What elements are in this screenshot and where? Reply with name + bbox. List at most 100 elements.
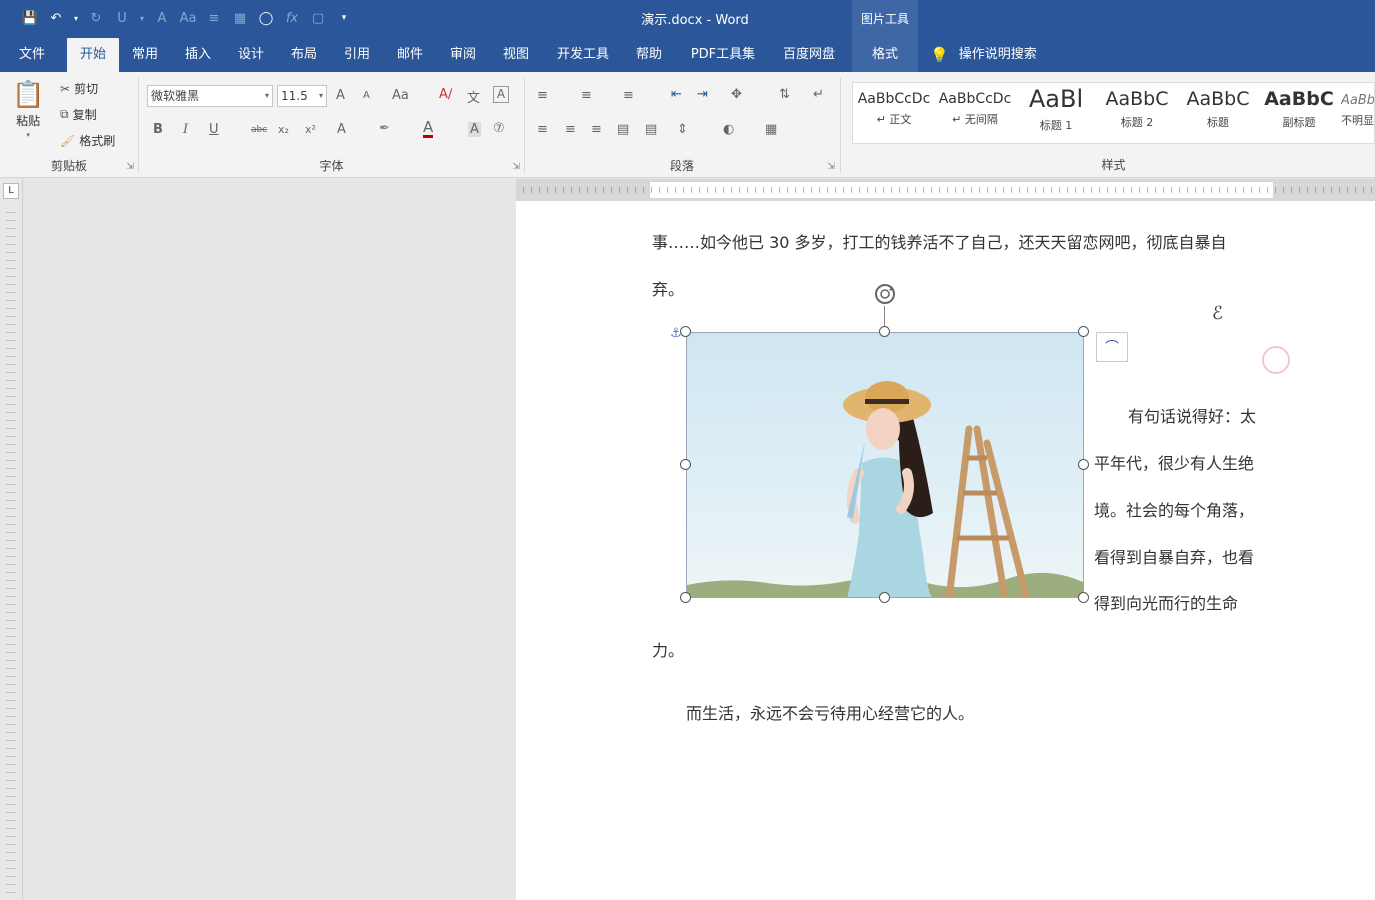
wrapped-text-line[interactable]: 有句话说得好：太 [1128, 403, 1256, 427]
italic-icon[interactable]: I [183, 122, 188, 137]
style-no-spacing[interactable]: AaBbCcDc ↵ 无间隔 [936, 85, 1014, 143]
underline-icon[interactable]: U [209, 122, 219, 137]
resize-handle-bottom-right[interactable] [1078, 592, 1089, 603]
resize-handle-top-right[interactable] [1078, 326, 1089, 337]
enclose-characters-icon[interactable]: ⑦ [493, 121, 505, 136]
wrapped-text-line[interactable]: 看得到自暴自弃，也看 [1094, 544, 1254, 568]
tab-review[interactable]: 审阅 [440, 38, 486, 72]
text-effects-icon[interactable]: A [337, 122, 346, 137]
show-marks-icon[interactable]: ↵ [813, 87, 824, 102]
decrease-indent-icon[interactable]: ⇤ [671, 87, 682, 102]
dialog-launcher-icon[interactable]: ⇲ [512, 162, 520, 172]
cut-button[interactable]: ✂ 剪切 [60, 80, 98, 97]
resize-handle-bottom[interactable] [879, 592, 890, 603]
tab-pdf-tools[interactable]: PDF工具集 [682, 38, 764, 72]
style-title[interactable]: AaBbC 标题 [1179, 85, 1257, 143]
tab-developer[interactable]: 开发工具 [548, 38, 618, 72]
highlight-icon[interactable]: ✒ [379, 121, 390, 136]
justify-icon[interactable]: ▤ [617, 122, 629, 137]
align-center-icon[interactable]: ≡ [565, 122, 576, 137]
increase-indent-icon[interactable]: ⇥ [697, 87, 708, 102]
tab-design[interactable]: 设计 [228, 38, 274, 72]
tab-common[interactable]: 常用 [122, 38, 168, 72]
tab-file[interactable]: 文件 [10, 38, 54, 72]
selected-picture[interactable] [686, 332, 1084, 598]
tab-references[interactable]: 引用 [334, 38, 380, 72]
shading-icon[interactable]: ▦ [230, 8, 250, 28]
font-color-icon[interactable]: A [423, 119, 434, 138]
superscript-icon[interactable]: x² [305, 123, 316, 136]
chinese-layout-icon[interactable]: ✥ [731, 87, 742, 102]
redo-icon[interactable]: ↻ [86, 8, 106, 28]
numbering-icon[interactable]: ≡ [581, 88, 592, 103]
grow-font-icon[interactable]: A [336, 88, 345, 103]
tab-view[interactable]: 视图 [493, 38, 539, 72]
screenshot-icon[interactable]: ▢ [308, 8, 328, 28]
tab-baidu-netdisk[interactable]: 百度网盘 [772, 38, 846, 72]
resize-handle-top[interactable] [879, 326, 890, 337]
style-subtitle[interactable]: AaBbC 副标题 [1260, 85, 1338, 143]
line-spacing-icon[interactable]: ⇕ [677, 122, 688, 137]
change-case-icon[interactable]: Aa [178, 8, 198, 28]
bold-icon[interactable]: B [153, 122, 163, 137]
shape-icon[interactable]: ◯ [256, 8, 276, 28]
tab-help[interactable]: 帮助 [626, 38, 672, 72]
dialog-launcher-icon[interactable]: ⇲ [827, 162, 835, 172]
style-heading-1[interactable]: AaBl 标题 1 [1017, 85, 1095, 143]
wrapped-text-line[interactable]: 境。社会的每个角落， [1094, 497, 1254, 521]
paste-button[interactable]: 📋 粘贴 ▾ [12, 80, 44, 139]
strikethrough-icon[interactable]: abc [251, 125, 267, 135]
resize-handle-right[interactable] [1078, 459, 1089, 470]
tab-selector[interactable]: L [3, 183, 19, 199]
style-subtle-emphasis[interactable]: AaBb 不明显 [1341, 85, 1374, 143]
document-paragraph[interactable]: 事……如今他已 30 多岁，打工的钱养活不了自己，还天天留恋网吧，彻底自暴自 [652, 229, 1227, 253]
style-heading-2[interactable]: AaBbC 标题 2 [1098, 85, 1176, 143]
horizontal-ruler[interactable] [516, 179, 1375, 201]
format-painter-button[interactable]: 🖌 格式刷 [60, 132, 115, 149]
rotate-handle[interactable] [873, 282, 897, 306]
font-size-select[interactable]: 11.5 ▾ [277, 85, 327, 107]
document-paragraph[interactable]: 力。 [652, 637, 684, 661]
shrink-font-icon[interactable]: A [363, 90, 370, 101]
bullets-icon[interactable]: ≡ [204, 8, 224, 28]
clear-formatting-icon[interactable]: A∕ [439, 87, 452, 102]
subscript-icon[interactable]: x₂ [278, 123, 289, 136]
underline-icon[interactable]: U [112, 8, 132, 28]
tab-mailings[interactable]: 邮件 [387, 38, 433, 72]
fx-icon[interactable]: fx [282, 8, 302, 28]
distributed-icon[interactable]: ▤ [645, 122, 657, 137]
font-color-icon[interactable]: A [152, 8, 172, 28]
tab-layout[interactable]: 布局 [281, 38, 327, 72]
character-border-icon[interactable]: A [493, 86, 509, 103]
resize-handle-top-left[interactable] [680, 326, 691, 337]
sort-icon[interactable]: ⇅ [779, 87, 790, 102]
phonetic-guide-icon[interactable]: 文 [467, 87, 480, 106]
bullets-icon[interactable]: ≡ [537, 88, 548, 103]
dialog-launcher-icon[interactable]: ⇲ [126, 162, 134, 172]
tab-home[interactable]: 开始 [67, 38, 119, 72]
tab-insert[interactable]: 插入 [175, 38, 221, 72]
align-left-icon[interactable]: ≡ [537, 122, 548, 137]
resize-handle-bottom-left[interactable] [680, 592, 691, 603]
save-icon[interactable]: 💾 [20, 8, 40, 28]
layout-options-button[interactable]: ⌒ [1096, 332, 1128, 362]
paragraph-shading-icon[interactable]: ◐ [723, 122, 734, 137]
resize-handle-left[interactable] [680, 459, 691, 470]
align-right-icon[interactable]: ≡ [591, 122, 602, 137]
multilevel-list-icon[interactable]: ≡ [623, 88, 634, 103]
character-shading-icon[interactable]: A [468, 122, 481, 137]
font-name-select[interactable]: 微软雅黑 ▾ [147, 85, 273, 107]
copy-button[interactable]: ⧉ 复制 [60, 106, 97, 123]
undo-dropdown-icon[interactable]: ▾ [72, 8, 80, 28]
tell-me-search[interactable]: 💡 操作说明搜索 [930, 38, 1037, 72]
tab-picture-format[interactable]: 格式 [852, 36, 918, 72]
style-normal[interactable]: AaBbCcDc ↵ 正文 [855, 85, 933, 143]
wrapped-text-line[interactable]: 平年代，很少有人生绝 [1094, 450, 1254, 474]
borders-icon[interactable]: ▦ [765, 122, 777, 137]
wrapped-text-line[interactable]: 得到向光而行的生命 [1094, 590, 1238, 614]
change-case-icon[interactable]: Aa [392, 88, 409, 103]
document-paragraph[interactable]: 而生活，永远不会亏待用心经营它的人。 [686, 700, 974, 724]
customize-qat-icon[interactable]: ▾ [334, 8, 354, 28]
undo-icon[interactable]: ↶ [46, 8, 66, 28]
document-paragraph[interactable]: 弃。 [652, 276, 684, 300]
